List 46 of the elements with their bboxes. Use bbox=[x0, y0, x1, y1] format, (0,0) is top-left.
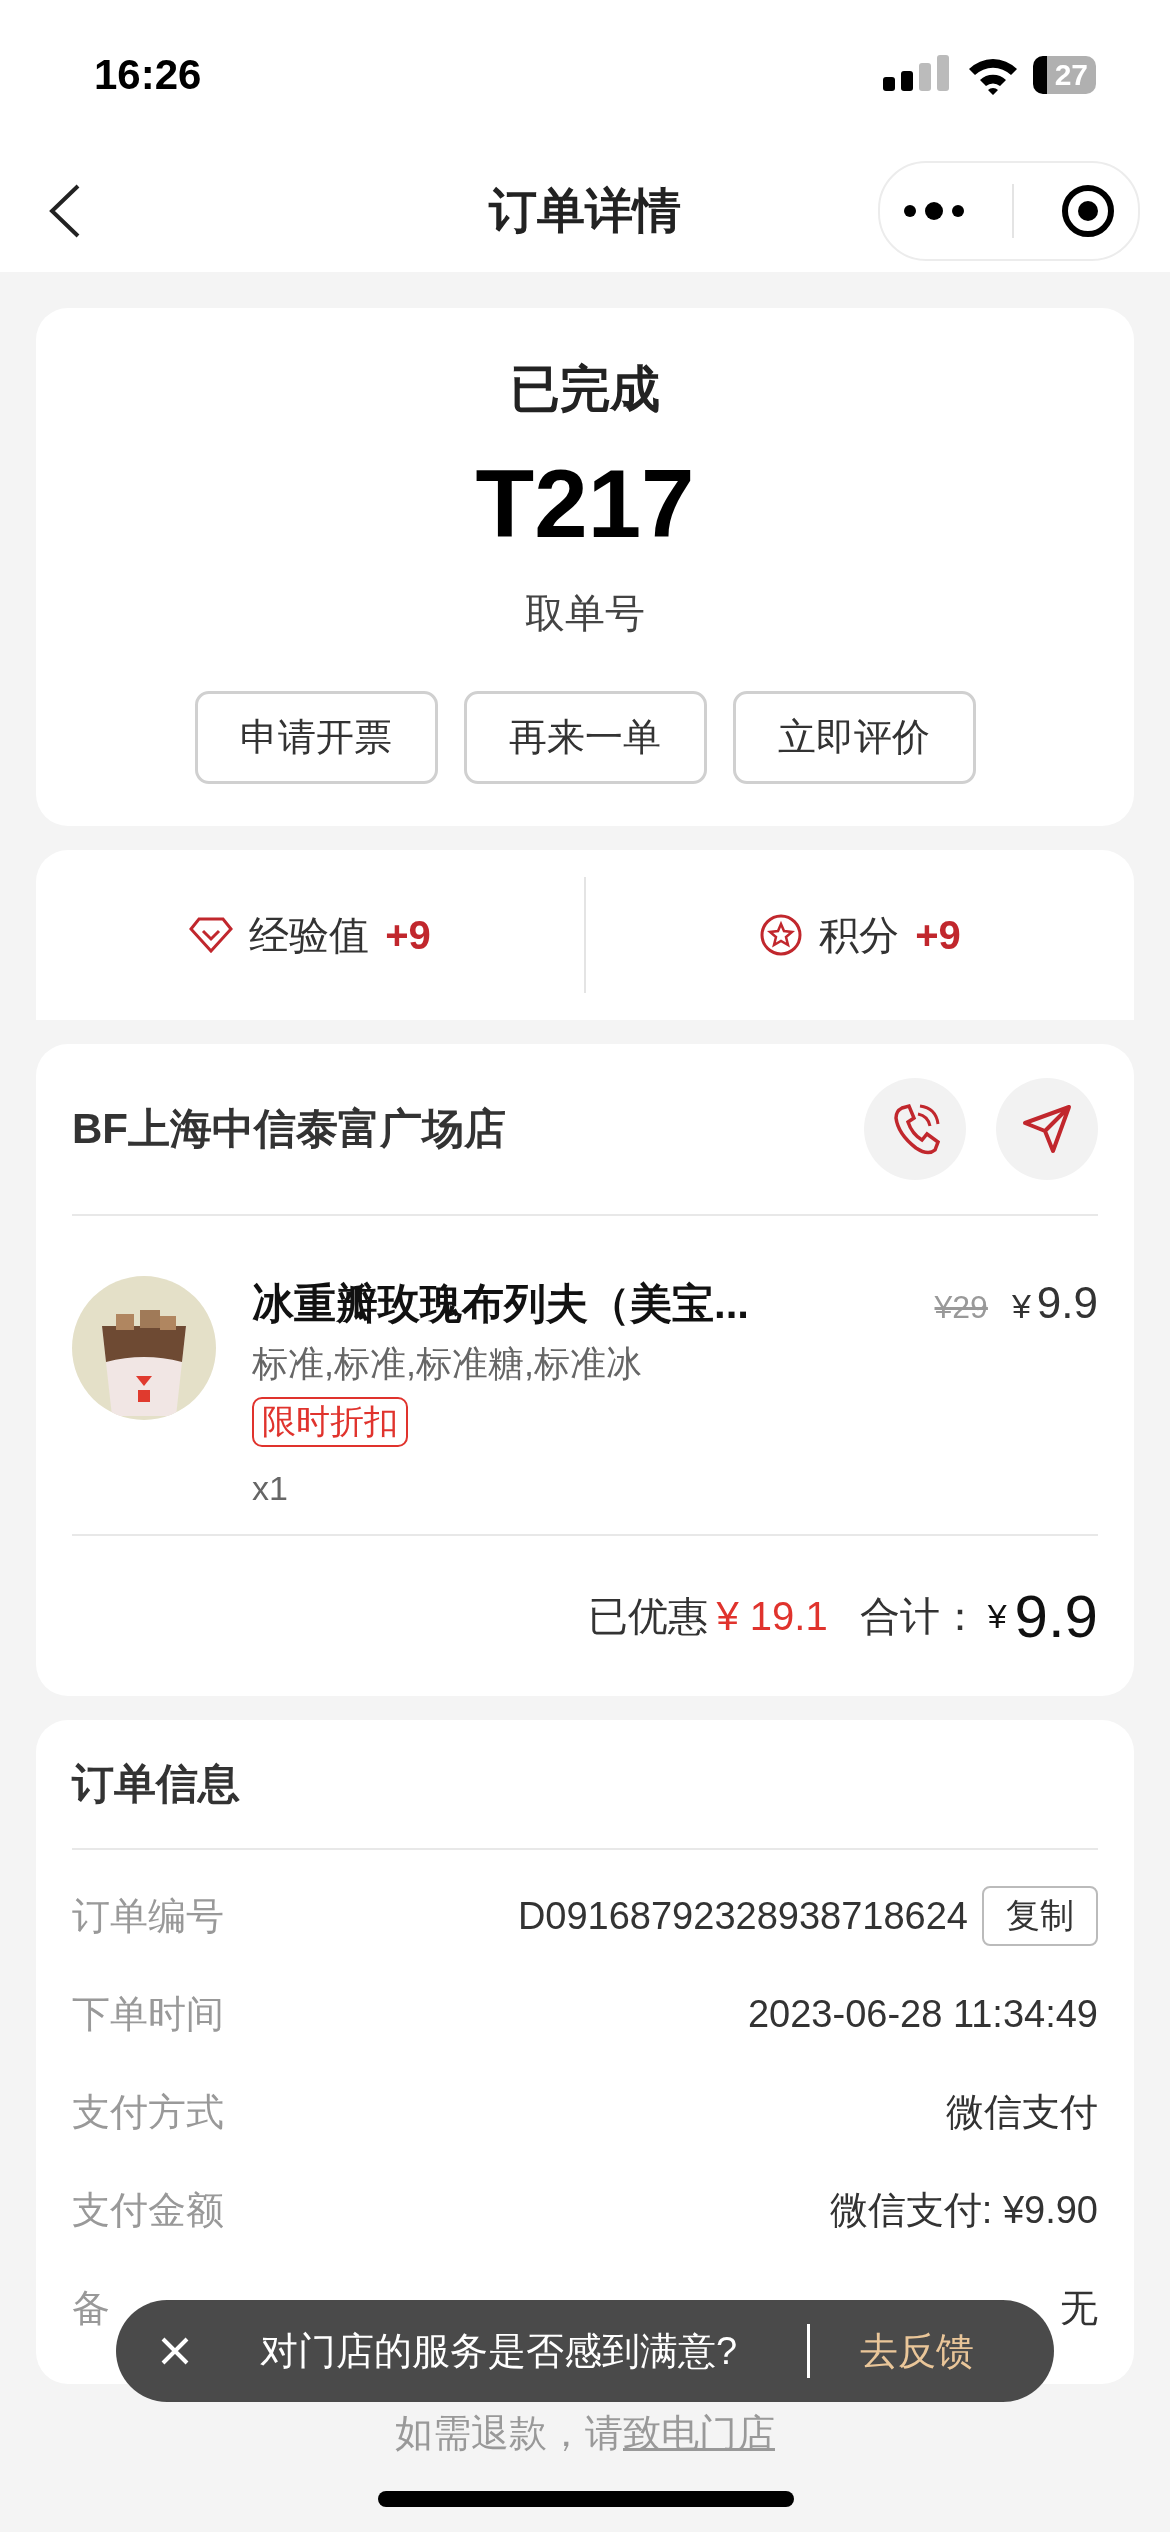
more-icon[interactable] bbox=[903, 201, 966, 221]
total-label: 合计： bbox=[859, 1592, 980, 1640]
action-button[interactable]: 再来一单 bbox=[463, 691, 707, 784]
order-status: 已完成 bbox=[510, 364, 660, 414]
info-label: 备 bbox=[72, 2285, 110, 2331]
diamond-icon bbox=[189, 917, 234, 953]
info-value: 无 bbox=[1060, 2285, 1098, 2331]
navigation-arrow-icon bbox=[1021, 1103, 1073, 1155]
info-value: 微信支付 bbox=[946, 2089, 1098, 2135]
reward-label: 经验值 bbox=[249, 911, 370, 959]
info-label: 下单时间 bbox=[72, 1991, 224, 2037]
pickup-number: T217 bbox=[475, 456, 695, 552]
info-value: 微信支付: ¥9.90 bbox=[829, 2187, 1098, 2233]
info-label: 订单编号 bbox=[72, 1893, 224, 1939]
pickup-label: 取单号 bbox=[525, 590, 645, 637]
product-price: 9.9 bbox=[1036, 1278, 1098, 1328]
refund-note: 如需退款，请致电门店 bbox=[394, 2411, 776, 2456]
currency-symbol: ¥ bbox=[987, 1596, 1007, 1636]
discount-tag: 限时折扣 bbox=[252, 1397, 408, 1447]
status-time: 16:26 bbox=[94, 51, 202, 99]
copy-button[interactable]: 复制 bbox=[982, 1886, 1098, 1946]
back-icon[interactable] bbox=[48, 183, 82, 239]
reward-value: +9 bbox=[385, 912, 431, 958]
feedback-link[interactable]: 去反馈 bbox=[860, 2325, 975, 2377]
battery-level: 27 bbox=[1032, 56, 1096, 94]
info-label: 支付方式 bbox=[72, 2089, 224, 2135]
feedback-question: 对门店的服务是否感到满意? bbox=[260, 2328, 738, 2374]
product-quantity: x1 bbox=[252, 1469, 288, 1508]
currency-symbol: ¥ bbox=[1011, 1287, 1031, 1326]
original-price: ¥29 bbox=[934, 1289, 988, 1326]
product-options: 标准,标准,标准糖,标准冰 bbox=[252, 1340, 642, 1389]
info-value: 2023-06-28 11:34:49 bbox=[747, 1992, 1098, 2036]
info-value: D09168792328938718624 bbox=[517, 1894, 968, 1938]
total-amount: 9.9 bbox=[1014, 1581, 1098, 1651]
discount-label: 已优惠 bbox=[588, 1592, 709, 1640]
reward-value: +9 bbox=[915, 912, 961, 958]
info-label: 支付金额 bbox=[72, 2187, 224, 2233]
store-name: BF上海中信泰富广场店 bbox=[72, 1104, 506, 1154]
action-button[interactable]: 立即评价 bbox=[732, 691, 976, 784]
section-title: 订单信息 bbox=[72, 1720, 1098, 1850]
action-button[interactable]: 申请开票 bbox=[194, 691, 438, 784]
product-name: 冰重瓣玫瑰布列夫（美宝... bbox=[252, 1279, 749, 1329]
discount-amount: ¥ 19.1 bbox=[716, 1593, 828, 1639]
reward-label: 积分 bbox=[819, 911, 900, 959]
star-coin-icon bbox=[759, 913, 804, 957]
page-title: 订单详情 bbox=[489, 184, 681, 237]
